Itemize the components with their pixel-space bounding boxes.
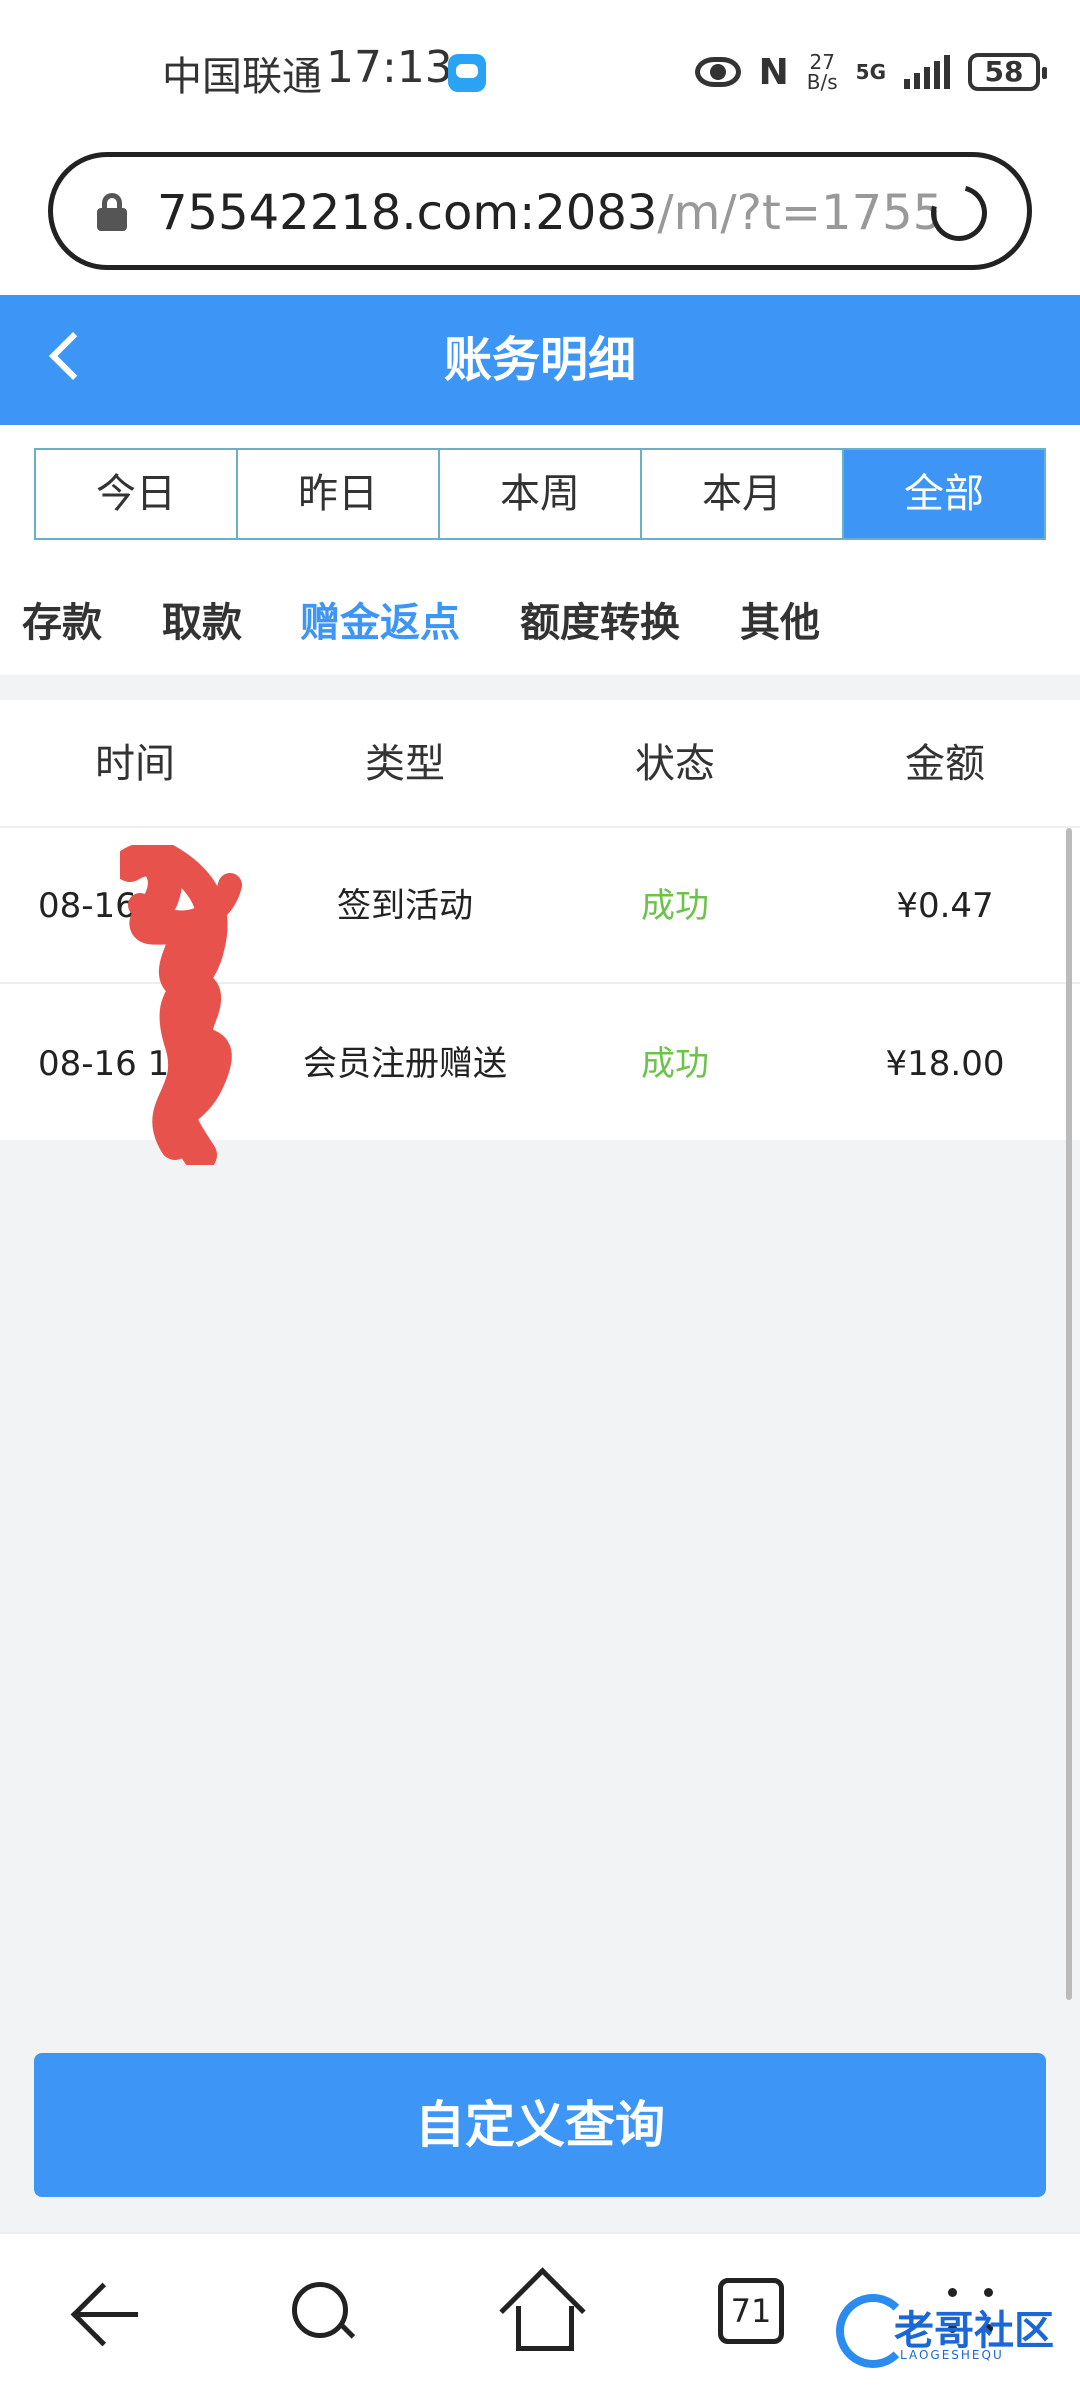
eye-icon [694, 57, 741, 87]
column-header-time: 时间 [95, 741, 175, 787]
network-speed-unit: B/s [806, 70, 838, 94]
url-text[interactable]: 75542218.com:2083/m/?t=17553 [157, 185, 937, 241]
table-header: 时间 类型 状态 金额 [0, 700, 1080, 828]
address-bar[interactable]: 75542218.com:2083/m/?t=17553 [48, 152, 1032, 270]
url-host: 75542218.com:2083 [157, 185, 658, 241]
column-header-status: 状态 [635, 741, 715, 787]
custom-query-button[interactable]: 自定义查询 [34, 2053, 1046, 2197]
date-tab-today[interactable]: 今日 [36, 450, 238, 538]
tab-count-button[interactable]: 71 [718, 2278, 784, 2344]
search-icon[interactable] [282, 2272, 362, 2352]
page-title: 账务明细 [443, 332, 636, 388]
status-bar: 中国联通 17:13 N 27 B/s 5G 58 [0, 0, 1080, 145]
clock: 17:13 [326, 42, 453, 93]
category-tab-withdraw[interactable]: 取款 [162, 590, 242, 648]
section-divider [0, 675, 1080, 700]
scrollbar[interactable] [1066, 828, 1072, 2000]
column-header-type: 类型 [365, 741, 445, 787]
date-tab-yesterday[interactable]: 昨日 [238, 450, 440, 538]
empty-list-area [0, 1140, 1080, 2070]
status-icons: N 27 B/s 5G 58 [694, 42, 1047, 102]
row-status: 成功 [641, 1044, 709, 1084]
date-filter-tabs: 今日 昨日 本周 本月 全部 [34, 448, 1046, 540]
row-status: 成功 [641, 886, 709, 926]
row-type: 会员注册赠送 [303, 1044, 507, 1084]
category-tabs: 存款 取款 赠金返点 额度转换 其他 [0, 590, 1080, 660]
row-amount: ¥0.47 [896, 886, 994, 926]
row-type: 签到活动 [337, 886, 473, 926]
nfc-icon: N [758, 51, 789, 93]
url-path: /m/?t=17553 [657, 185, 937, 241]
date-tab-all[interactable]: 全部 [844, 450, 1044, 538]
battery-icon: 58 [968, 53, 1047, 91]
network-type: 5G [855, 60, 886, 84]
category-tab-other[interactable]: 其他 [740, 590, 820, 648]
redaction-scribble [120, 845, 242, 1165]
page-header: 账务明细 [0, 295, 1080, 425]
column-header-amount: 金额 [905, 741, 985, 787]
carrier-name: 中国联通 [162, 54, 322, 100]
message-notification-icon [448, 54, 486, 92]
category-tab-transfer[interactable]: 额度转换 [520, 590, 680, 648]
network-speed: 27 B/s [807, 52, 838, 92]
lock-icon [97, 193, 127, 231]
date-tab-this-month[interactable]: 本月 [642, 450, 844, 538]
row-amount: ¥18.00 [885, 1044, 1005, 1084]
watermark-subtext: LAOGESHEQU [900, 2348, 1004, 2362]
watermark-logo: 老哥社区 LAOGESHEQU [836, 2290, 1066, 2380]
category-tab-bonus-rebate[interactable]: 赠金返点 [300, 590, 460, 648]
signal-icon [904, 55, 950, 89]
category-tab-deposit[interactable]: 存款 [22, 590, 102, 648]
back-arrow-icon[interactable] [68, 2272, 148, 2352]
date-tab-this-week[interactable]: 本周 [440, 450, 642, 538]
home-icon[interactable] [500, 2272, 580, 2352]
